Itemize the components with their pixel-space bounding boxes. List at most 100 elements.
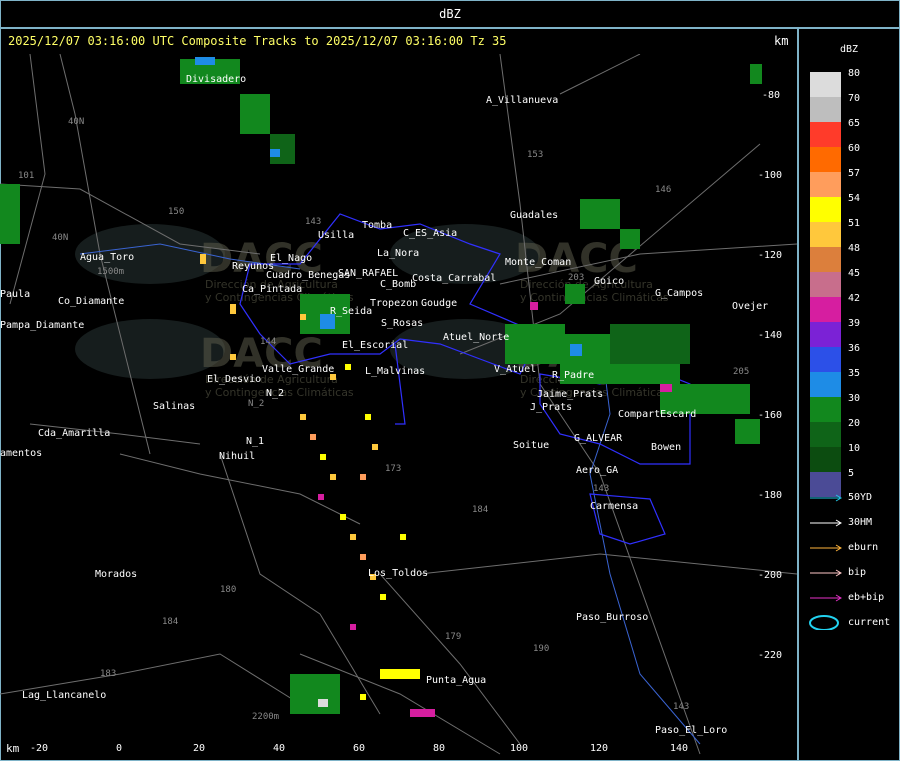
road-label: 184 — [162, 617, 178, 627]
place-label: L_Malvinas — [365, 366, 425, 377]
road-label: 143 — [673, 702, 689, 712]
legend-swatch-30 — [810, 397, 841, 422]
legend-swatch-57 — [810, 172, 841, 197]
place-label: SAN_RAFAEL — [338, 268, 398, 279]
current-ellipse-icon — [809, 615, 839, 630]
place-label: El_Escorial — [342, 340, 408, 351]
place-label: Lag_Llancanelo — [22, 690, 106, 701]
legend-swatch-42 — [810, 297, 841, 322]
place-label: R_Padre — [552, 370, 594, 381]
place-label: Monte_Coman — [505, 257, 571, 268]
place-label: El_Nago — [270, 253, 312, 264]
legend-label: 10 — [848, 443, 861, 454]
x-tick-label: 80 — [433, 743, 445, 754]
place-label: Paula — [0, 289, 30, 300]
y-tick-label: -120 — [758, 250, 782, 261]
road-label: 173 — [385, 464, 401, 474]
y-tick-label: -180 — [758, 490, 782, 501]
place-label: Usilla — [318, 230, 354, 241]
legend-swatch-36 — [810, 347, 841, 372]
place-label: CompartEscard — [618, 409, 696, 420]
road-label: 146 — [655, 185, 671, 195]
legend-swatch-10 — [810, 447, 841, 472]
legend-swatch-65 — [810, 122, 841, 147]
track-legend-label: current — [848, 617, 891, 628]
legend-label: 48 — [848, 243, 861, 254]
place-label: Tropezon — [370, 298, 418, 309]
legend-swatch-20 — [810, 422, 841, 447]
track-legend-label: eb+bip — [848, 592, 885, 603]
legend-label: 51 — [848, 218, 861, 229]
arrow-icon — [810, 494, 842, 502]
place-label: Co_Diamante — [58, 296, 124, 307]
place-label: N_2 — [266, 388, 284, 399]
place-label: Atuel_Norte — [443, 332, 509, 343]
road-label: 183 — [100, 669, 116, 679]
place-label: R_Seida — [330, 306, 372, 317]
arrow-icon — [810, 544, 842, 552]
place-label: Ca_Pintada — [242, 284, 302, 295]
place-label: Reyunos — [232, 261, 274, 272]
road-label: 40N — [52, 233, 68, 243]
legend-label: 30 — [848, 393, 861, 404]
legend-swatch-48 — [810, 247, 841, 272]
place-label: C_ES_Asia — [403, 228, 457, 239]
legend-label: 45 — [848, 268, 861, 279]
place-label: Pampa_Diamante — [0, 320, 84, 331]
place-label: Aero_GA — [576, 465, 618, 476]
radar-map[interactable]: DACC Dirección de Agricultura y Continge… — [0, 54, 797, 760]
y-tick-label: -220 — [758, 650, 782, 661]
place-label: Salinas — [153, 401, 195, 412]
watermark-line2: y Contingencias Climáticas — [520, 291, 669, 304]
road-label: 184 — [472, 505, 488, 515]
place-label: Cda_Amarilla — [38, 428, 110, 439]
track-legend-label: bip — [848, 567, 867, 578]
road-label: 153 — [527, 150, 543, 160]
place-label: El_Desvio — [207, 374, 261, 385]
road-label: 205 — [733, 367, 749, 377]
x-tick-label: -20 — [30, 743, 48, 754]
place-label: Divisadero — [186, 74, 246, 85]
legend-swatch-80 — [810, 72, 841, 97]
legend-label: 57 — [848, 168, 861, 179]
road-label: 180 — [220, 585, 236, 595]
arrow-icon — [810, 519, 842, 527]
place-label: Goudge — [421, 298, 457, 309]
x-axis: -20 0 20 40 60 80 100 120 140 — [30, 743, 688, 754]
y-axis-unit: km — [774, 34, 789, 48]
place-label: Bowen — [651, 442, 681, 453]
x-tick-label: 60 — [353, 743, 365, 754]
watermark-line1: Dirección de Agricultura — [520, 278, 653, 291]
legend-label: 5 — [848, 468, 855, 479]
legend-swatch-39 — [810, 322, 841, 347]
legend-label: 36 — [848, 343, 861, 354]
place-label: Agua_Toro — [80, 252, 134, 263]
track-legend-icons — [809, 494, 842, 630]
legend-swatch-35 — [810, 372, 841, 397]
place-label: Jaime_Prats — [537, 389, 603, 400]
road-label: N_2 — [248, 399, 264, 409]
legend-label: 65 — [848, 118, 861, 129]
place-label: Punta_Agua — [426, 675, 486, 686]
x-tick-label: 120 — [590, 743, 608, 754]
y-tick-label: -140 — [758, 330, 782, 341]
place-label: J_Prats — [530, 402, 572, 413]
place-label: Valle_Grande — [262, 364, 334, 375]
place-label: La_Nora — [377, 248, 419, 259]
place-label: Tomba — [362, 220, 392, 231]
place-label: Goico — [594, 276, 624, 287]
track-legend-label: eburn — [848, 542, 879, 553]
place-label: Paso_El_Loro — [655, 725, 727, 736]
map-subtitle: 2025/12/07 03:16:00 UTC Composite Tracks… — [8, 34, 507, 48]
place-label: Morados — [95, 569, 137, 580]
title-text: dBZ — [439, 7, 461, 21]
track-legend-label: 30HM — [848, 517, 873, 528]
road-label: 101 — [18, 171, 34, 181]
legend-label: 20 — [848, 418, 861, 429]
arrow-icon — [810, 594, 842, 602]
legend-swatch-45 — [810, 272, 841, 297]
place-label: Costa_Carrabal — [412, 273, 496, 284]
place-label: Ovejer — [732, 301, 768, 312]
legend-swatch-51 — [810, 222, 841, 247]
road-label: 179 — [445, 632, 461, 642]
